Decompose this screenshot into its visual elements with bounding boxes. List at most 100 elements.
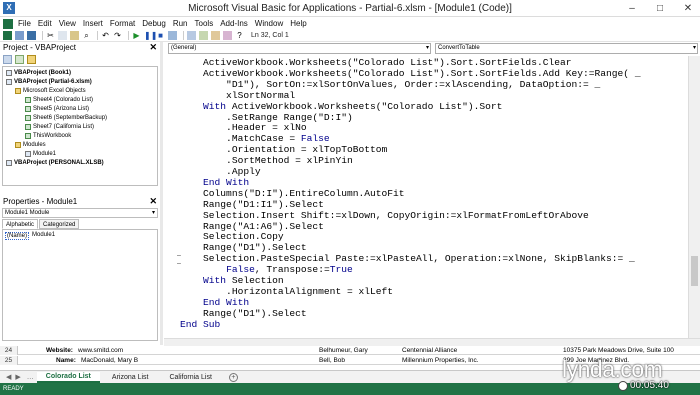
project-pane-close-icon[interactable]: ✕ bbox=[149, 42, 157, 53]
tree-node-book1[interactable]: VBAProject (Book1) bbox=[6, 70, 71, 76]
menu-help[interactable]: Help bbox=[290, 19, 306, 28]
sheet-tab-colorado[interactable]: Colorado List bbox=[36, 371, 100, 383]
tree-node-sheet5[interactable]: Sheet5 (Arizona List) bbox=[25, 106, 89, 112]
tree-node-sheet6[interactable]: Sheet6 (SeptemberBackup) bbox=[25, 115, 107, 121]
workbook-icon bbox=[25, 133, 31, 139]
code-line[interactable]: End Sub bbox=[180, 319, 220, 331]
tab-categorized[interactable]: Categorized bbox=[39, 219, 80, 229]
cell-value[interactable]: MacDonald, Mary B bbox=[81, 356, 138, 365]
project-explorer-icon[interactable] bbox=[187, 31, 196, 40]
view-object-icon[interactable] bbox=[15, 55, 24, 64]
object-select[interactable]: (General) ▾ bbox=[168, 43, 431, 54]
properties-window-icon[interactable] bbox=[199, 31, 208, 40]
tree-node-excel-objects[interactable]: Microsoft Excel Objects bbox=[15, 88, 86, 94]
menu-add-ins[interactable]: Add-Ins bbox=[220, 19, 248, 28]
code-line[interactable]: Selection.Insert Shift:=xlDown, CopyOrig… bbox=[180, 210, 589, 222]
menu-window[interactable]: Window bbox=[255, 19, 283, 28]
sheet-tab-arizona[interactable]: Arizona List bbox=[103, 373, 158, 382]
properties-object-select[interactable]: Module1 Module ▾ bbox=[2, 208, 158, 218]
tree-node-partial6[interactable]: VBAProject (Partial-6.xlsm) bbox=[6, 79, 92, 85]
cell-label[interactable]: Website: bbox=[46, 346, 73, 355]
property-row-name[interactable]: (Name) Module1 bbox=[5, 232, 55, 240]
view-code-icon[interactable] bbox=[3, 55, 12, 64]
sheet-tab-california[interactable]: California List bbox=[160, 373, 220, 382]
tab-alphabetic[interactable]: Alphabetic bbox=[2, 219, 39, 229]
cell-company[interactable]: Millennium Properties, Inc. bbox=[402, 356, 479, 365]
find-icon[interactable]: ⌕ bbox=[82, 31, 91, 40]
cursor-position: Ln 32, Col 1 bbox=[251, 32, 289, 39]
undo-icon[interactable]: ↶ bbox=[101, 31, 110, 40]
tree-node-sheet4[interactable]: Sheet4 (Colorado List) bbox=[25, 97, 93, 103]
scrollbar-thumb[interactable] bbox=[691, 256, 698, 286]
tree-node-modules[interactable]: Modules bbox=[15, 142, 46, 148]
add-sheet-icon[interactable]: + bbox=[228, 372, 238, 382]
tree-node-personal[interactable]: VBAProject (PERSONAL.XLSB) bbox=[6, 160, 104, 166]
excel-view-icon[interactable] bbox=[3, 18, 13, 29]
toolbox-icon[interactable] bbox=[223, 31, 232, 40]
break-icon[interactable]: ❚❚ bbox=[144, 31, 157, 40]
more-sheets-icon[interactable]: … bbox=[27, 374, 34, 381]
redo-icon[interactable]: ↷ bbox=[113, 31, 122, 40]
cell-contact[interactable]: Belhumeur, Gary bbox=[319, 346, 368, 355]
cell-address[interactable]: 10375 Park Meadows Drive, Suite 100 bbox=[563, 346, 700, 355]
toolbar-separator bbox=[128, 31, 129, 40]
toolbar-separator bbox=[42, 31, 43, 40]
toggle-folders-icon[interactable] bbox=[27, 55, 36, 64]
menu-edit[interactable]: Edit bbox=[38, 19, 52, 28]
properties-pane-close-icon[interactable]: ✕ bbox=[149, 196, 157, 207]
menu-view[interactable]: View bbox=[59, 19, 76, 28]
title-bar: X Microsoft Visual Basic for Application… bbox=[0, 0, 700, 17]
scroll-left-icon[interactable]: ◀ bbox=[6, 373, 11, 381]
menu-tools[interactable]: Tools bbox=[195, 19, 214, 28]
code-horizontal-scrollbar[interactable] bbox=[164, 338, 700, 346]
bookmark-marker: ‒ bbox=[177, 252, 181, 259]
pane-splitter[interactable] bbox=[160, 42, 163, 345]
menu-debug[interactable]: Debug bbox=[142, 19, 166, 28]
sheet-icon bbox=[25, 106, 31, 112]
code-line[interactable]: With ActiveWorkbook.Worksheets("Colorado… bbox=[180, 101, 502, 113]
copy-icon[interactable] bbox=[58, 31, 67, 40]
sheet-icon bbox=[25, 115, 31, 121]
cell-value[interactable]: www.smitd.com bbox=[78, 346, 123, 355]
close-button[interactable]: ✕ bbox=[678, 0, 698, 17]
tree-node-module1[interactable]: Module1 bbox=[25, 151, 56, 157]
chevron-down-icon: ▾ bbox=[692, 45, 696, 51]
object-browser-icon[interactable] bbox=[211, 31, 220, 40]
project-icon bbox=[6, 79, 12, 85]
project-tree[interactable]: VBAProject (Book1) VBAProject (Partial-6… bbox=[2, 66, 158, 186]
status-bar: READY bbox=[0, 383, 700, 395]
menu-insert[interactable]: Insert bbox=[83, 19, 103, 28]
cell-company[interactable]: Centennial Alliance bbox=[402, 346, 457, 355]
cell-contact[interactable]: Bell, Bob bbox=[319, 356, 345, 365]
scroll-right-icon[interactable]: ▶ bbox=[15, 373, 20, 381]
menu-run[interactable]: Run bbox=[173, 19, 188, 28]
reset-icon[interactable]: ■ bbox=[156, 31, 165, 40]
menu-file[interactable]: File bbox=[18, 19, 31, 28]
paste-icon[interactable] bbox=[70, 31, 79, 40]
properties-grid[interactable]: (Name) Module1 bbox=[2, 229, 158, 341]
maximize-button[interactable]: □ bbox=[650, 0, 670, 17]
design-mode-icon[interactable] bbox=[168, 31, 177, 40]
chevron-down-icon: ▾ bbox=[151, 210, 155, 216]
cut-icon[interactable]: ✂ bbox=[46, 31, 55, 40]
cell-label[interactable]: Name: bbox=[56, 356, 76, 365]
tree-node-thisworkbook[interactable]: ThisWorkbook bbox=[25, 133, 71, 139]
menu-format[interactable]: Format bbox=[110, 19, 135, 28]
code-vertical-scrollbar[interactable] bbox=[688, 56, 700, 338]
table-row[interactable]: 24 Website: www.smitd.com Belhumeur, Gar… bbox=[0, 346, 700, 355]
code-line[interactable]: Range("D1:I1").Select bbox=[180, 199, 324, 211]
run-icon[interactable]: ▶ bbox=[132, 31, 141, 40]
help-icon[interactable]: ? bbox=[235, 31, 244, 40]
code-line[interactable]: xlSortNormal bbox=[180, 90, 295, 102]
row-number[interactable]: 25 bbox=[0, 356, 18, 365]
code-margin[interactable] bbox=[164, 56, 178, 338]
properties-pane-title: Properties - Module1 bbox=[3, 197, 78, 206]
procedure-select[interactable]: ConvertToTable ▾ bbox=[435, 43, 698, 54]
save-icon[interactable] bbox=[27, 31, 36, 40]
tree-node-sheet7[interactable]: Sheet7 (California List) bbox=[25, 124, 94, 130]
row-number[interactable]: 24 bbox=[0, 346, 18, 355]
property-name-value[interactable]: Module1 bbox=[32, 232, 55, 240]
insert-module-icon[interactable] bbox=[15, 31, 24, 40]
minimize-button[interactable]: – bbox=[622, 0, 642, 17]
view-excel-icon[interactable] bbox=[3, 31, 12, 40]
